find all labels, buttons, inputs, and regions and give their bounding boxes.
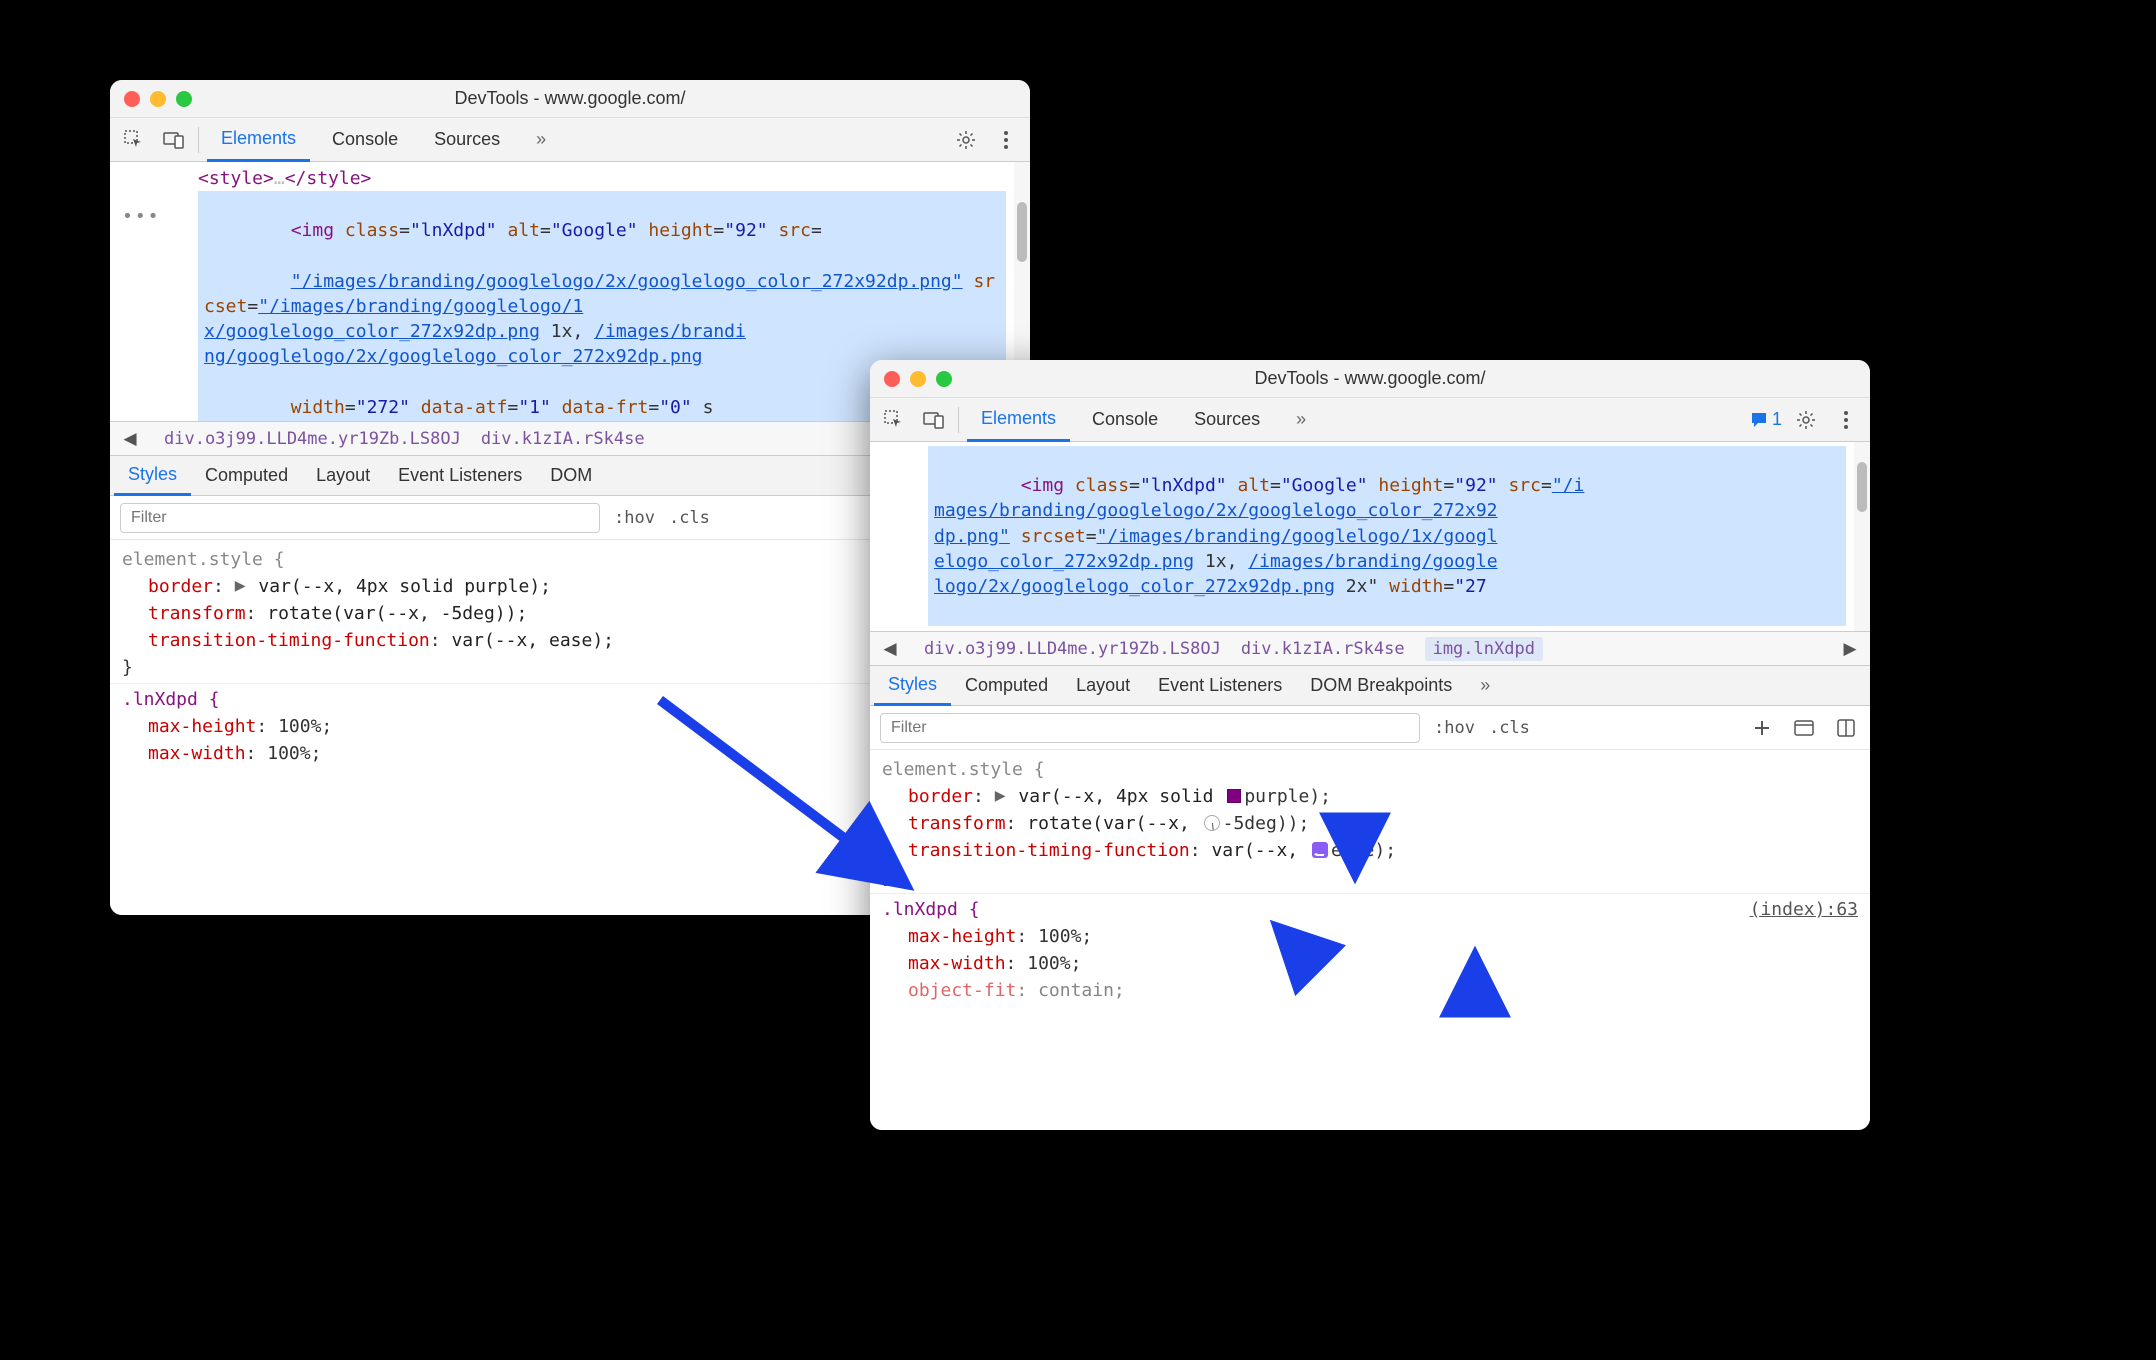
subtab-dom-breakpoints[interactable]: DOM Breakpoints [1296, 666, 1466, 706]
main-toolbar: Elements Console Sources » 1 [870, 398, 1870, 442]
issues-badge[interactable]: 1 [1750, 409, 1782, 430]
subtab-computed[interactable]: Computed [951, 666, 1062, 706]
subtab-styles[interactable]: Styles [114, 456, 191, 496]
decl-object-fit[interactable]: object-fit: contain; [882, 977, 1858, 1004]
zoom-window-button[interactable] [176, 91, 192, 107]
chat-icon [1750, 411, 1768, 429]
dom-selected-img-node[interactable]: <img class="lnXdpd" alt="Google" height=… [928, 446, 1846, 626]
subtab-styles[interactable]: Styles [874, 666, 951, 706]
tabs-overflow-icon[interactable]: » [1282, 398, 1320, 442]
inspect-element-icon[interactable] [118, 124, 150, 156]
angle-swatch-icon[interactable] [1204, 815, 1220, 831]
styles-pane[interactable]: element.style { border: ▶ var(--x, 4px s… [870, 750, 1870, 1130]
window-title: DevTools - www.google.com/ [454, 88, 685, 109]
selector-text: element.style { [882, 756, 1858, 783]
selector-text: .lnXdpd { [882, 896, 1858, 923]
titlebar: DevTools - www.google.com/ [110, 80, 1030, 118]
decl-max-height[interactable]: max-height: 100%; [882, 923, 1858, 950]
device-toolbar-icon[interactable] [918, 404, 950, 436]
kebab-menu-icon[interactable] [1830, 404, 1862, 436]
tabs-overflow-icon[interactable]: » [522, 118, 560, 162]
issues-count: 1 [1772, 409, 1782, 430]
cls-toggle[interactable]: .cls [1489, 718, 1530, 738]
computed-styles-toggle-icon[interactable] [1790, 714, 1818, 742]
hov-toggle[interactable]: :hov [1434, 718, 1475, 738]
inspect-element-icon[interactable] [878, 404, 910, 436]
window-title: DevTools - www.google.com/ [1254, 368, 1485, 389]
styles-filter-input[interactable] [880, 713, 1420, 743]
decl-transition-timing-function[interactable]: transition-timing-function: var(--x, eas… [882, 837, 1858, 864]
dom-style-tag-line[interactable]: <style>…</style> [158, 166, 1006, 191]
traffic-lights [884, 371, 952, 387]
traffic-lights [124, 91, 192, 107]
breadcrumb-prev-icon[interactable]: ◀ [876, 639, 904, 659]
tab-elements[interactable]: Elements [207, 118, 310, 162]
titlebar: DevTools - www.google.com/ [870, 360, 1870, 398]
easing-swatch-icon[interactable] [1312, 842, 1328, 858]
rule-source-link[interactable]: (index):63 [1750, 896, 1858, 923]
decl-max-width[interactable]: max-width: 100%; [882, 950, 1858, 977]
devtools-window-2: DevTools - www.google.com/ Elements Cons… [870, 360, 1870, 1130]
subtab-event-listeners[interactable]: Event Listeners [1144, 666, 1296, 706]
decl-border[interactable]: border: ▶ var(--x, 4px solid purple); [882, 783, 1858, 810]
main-toolbar: Elements Console Sources » [110, 118, 1030, 162]
collapsed-siblings-icon[interactable]: ••• [122, 204, 161, 229]
rule-lnXdpd[interactable]: (index):63 .lnXdpd { max-height: 100%; m… [870, 894, 1870, 1006]
styles-filter-input[interactable] [120, 503, 600, 533]
minimize-window-button[interactable] [910, 371, 926, 387]
new-style-rule-icon[interactable] [1748, 714, 1776, 742]
toolbar-separator [958, 407, 959, 433]
dom-scrollbar[interactable] [1854, 442, 1870, 631]
subtabs-overflow-icon[interactable]: » [1466, 666, 1504, 706]
breadcrumb: ◀ div.o3j99.LLD4me.yr19Zb.LS8OJ div.k1zI… [870, 632, 1870, 666]
close-window-button[interactable] [884, 371, 900, 387]
subtab-computed[interactable]: Computed [191, 456, 302, 496]
color-swatch-icon[interactable] [1227, 789, 1241, 803]
tab-elements[interactable]: Elements [967, 398, 1070, 442]
elements-dom-tree[interactable]: <img class="lnXdpd" alt="Google" height=… [870, 442, 1870, 632]
breadcrumb-node[interactable]: div.k1zIA.rSk4se [1241, 639, 1405, 659]
breadcrumb-node-active[interactable]: img.lnXdpd [1425, 637, 1543, 661]
device-toolbar-icon[interactable] [158, 124, 190, 156]
toolbar-separator [198, 127, 199, 153]
rule-element-style[interactable]: element.style { border: ▶ var(--x, 4px s… [870, 754, 1870, 894]
tab-sources[interactable]: Sources [420, 118, 514, 162]
subtab-layout[interactable]: Layout [1062, 666, 1144, 706]
tab-console[interactable]: Console [1078, 398, 1172, 442]
tab-sources[interactable]: Sources [1180, 398, 1274, 442]
tab-console[interactable]: Console [318, 118, 412, 162]
breadcrumb-node[interactable]: div.o3j99.LLD4me.yr19Zb.LS8OJ [164, 429, 461, 449]
gear-icon[interactable] [1790, 404, 1822, 436]
kebab-menu-icon[interactable] [990, 124, 1022, 156]
gear-icon[interactable] [950, 124, 982, 156]
styles-filter-bar: :hov .cls [870, 706, 1870, 750]
styles-subtabs: Styles Computed Layout Event Listeners D… [870, 666, 1870, 706]
breadcrumb-node[interactable]: div.k1zIA.rSk4se [481, 429, 645, 449]
rendering-panel-icon[interactable] [1832, 714, 1860, 742]
breadcrumb-node[interactable]: div.o3j99.LLD4me.yr19Zb.LS8OJ [924, 639, 1221, 659]
subtab-dom-breakpoints-partial[interactable]: DOM [536, 456, 606, 496]
cls-toggle[interactable]: .cls [669, 508, 710, 528]
hov-toggle[interactable]: :hov [614, 508, 655, 528]
minimize-window-button[interactable] [150, 91, 166, 107]
subtab-event-listeners[interactable]: Event Listeners [384, 456, 536, 496]
breadcrumb-next-icon[interactable]: ▶ [1836, 639, 1864, 659]
rule-close-brace: } [882, 864, 1858, 891]
breadcrumb-prev-icon[interactable]: ◀ [116, 429, 144, 449]
decl-transform[interactable]: transform: rotate(var(--x, -5deg)); [882, 810, 1858, 837]
zoom-window-button[interactable] [936, 371, 952, 387]
close-window-button[interactable] [124, 91, 140, 107]
subtab-layout[interactable]: Layout [302, 456, 384, 496]
